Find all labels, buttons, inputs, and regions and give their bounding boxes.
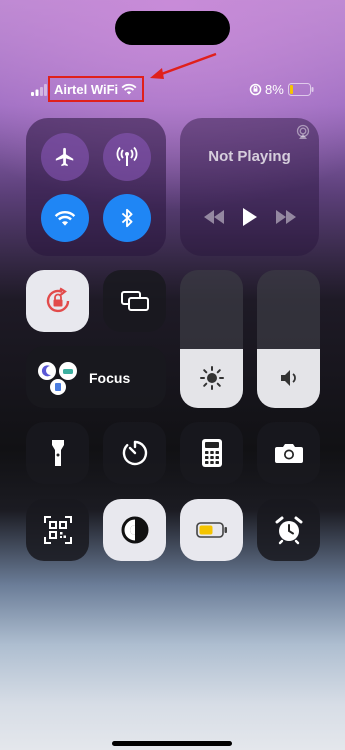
now-playing-title: Not Playing (208, 148, 291, 165)
volume-slider[interactable] (257, 270, 320, 408)
battery-icon (288, 83, 314, 96)
airplane-mode-toggle[interactable] (41, 133, 89, 181)
connectivity-panel (26, 118, 166, 256)
flashlight-icon (51, 440, 64, 466)
fast-forward-icon[interactable] (276, 210, 296, 224)
airplane-icon (55, 147, 74, 167)
timer-icon (122, 440, 147, 466)
bluetooth-icon (121, 208, 133, 228)
rotation-lock-toggle[interactable] (26, 270, 89, 332)
media-controls (204, 208, 296, 226)
status-bar: Airtel WiFi 8% (0, 76, 345, 102)
play-icon[interactable] (243, 208, 257, 226)
low-power-mode-toggle[interactable] (180, 499, 243, 561)
dark-mode-toggle[interactable] (103, 499, 166, 561)
camera-button[interactable] (257, 422, 320, 484)
cellular-data-toggle[interactable] (103, 133, 151, 181)
speaker-icon (281, 370, 296, 386)
battery-percent: 8% (265, 82, 284, 97)
airplay-icon[interactable] (295, 124, 311, 140)
wifi-icon (54, 211, 76, 226)
alarm-clock-icon (275, 516, 302, 545)
dynamic-island (115, 11, 230, 45)
low-power-battery-icon (195, 522, 227, 538)
signal-bars-icon (31, 84, 47, 96)
carrier-name: Airtel WiFi (54, 82, 119, 97)
screen-mirroring-button[interactable] (103, 270, 166, 332)
alarm-button[interactable] (257, 499, 320, 561)
focus-label: Focus (89, 370, 131, 386)
timer-button[interactable] (103, 422, 166, 484)
wifi-toggle[interactable] (41, 194, 89, 242)
brightness-slider[interactable] (180, 270, 243, 408)
now-playing-tile[interactable]: Not Playing (180, 118, 319, 256)
qr-scanner-icon (43, 516, 72, 544)
flashlight-button[interactable] (26, 422, 89, 484)
cellular-antenna-icon (116, 146, 138, 166)
calculator-icon (201, 439, 222, 467)
code-scanner-button[interactable] (26, 499, 89, 561)
calculator-button[interactable] (180, 422, 243, 484)
rotation-lock-icon (46, 287, 69, 313)
wifi-status-icon (121, 83, 137, 95)
screen-mirroring-icon (120, 291, 149, 311)
rotation-lock-status-icon (249, 83, 262, 96)
brightness-icon (200, 366, 224, 390)
rewind-icon[interactable] (204, 210, 224, 224)
dark-mode-icon (121, 516, 148, 544)
focus-modes-icon (38, 362, 77, 395)
annotation-arrow (150, 52, 217, 79)
bluetooth-toggle[interactable] (103, 194, 151, 242)
focus-button[interactable]: Focus (26, 346, 166, 408)
camera-icon (274, 444, 303, 463)
home-indicator[interactable] (112, 741, 232, 746)
